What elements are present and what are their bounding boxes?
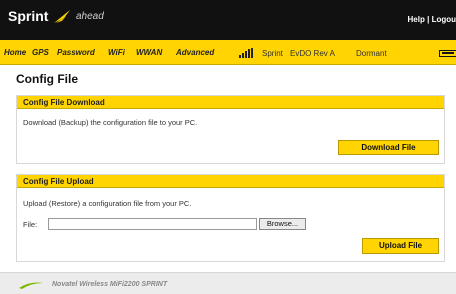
carrier-name: Sprint — [262, 49, 283, 58]
nav-gps[interactable]: GPS — [32, 48, 49, 57]
header-links: Help | Logou — [408, 15, 456, 24]
browse-button[interactable]: Browse... — [259, 218, 306, 230]
sprint-logo-text: Sprint — [8, 8, 49, 24]
upload-file-button[interactable]: Upload File — [362, 238, 439, 254]
sprint-tagline: ahead — [76, 11, 104, 22]
section-heading: Config File Upload — [17, 175, 444, 188]
section-heading: Config File Download — [17, 96, 444, 109]
config-upload-section: Config File Upload Upload (Restore) a co… — [16, 174, 445, 262]
nav-wifi[interactable]: WiFi — [108, 48, 125, 57]
signal-bars-icon — [239, 48, 253, 58]
file-path-input[interactable] — [48, 218, 257, 230]
file-label: File: — [23, 220, 38, 229]
footer-device-name: Novatel Wireless MiFi2200 SPRINT — [52, 281, 168, 288]
link-separator: | — [427, 15, 430, 24]
battery-icon — [439, 50, 456, 57]
connection-status: Dormant — [356, 49, 387, 58]
main-nav: Home GPS Password WiFi WWAN Advanced Spr… — [0, 40, 456, 65]
top-bar: Sprint ahead Help | Logou — [0, 0, 456, 40]
nav-wwan[interactable]: WWAN — [136, 48, 162, 57]
sprint-wing-icon — [54, 10, 70, 23]
upload-description: Upload (Restore) a configuration file fr… — [23, 199, 192, 208]
novatel-swoosh-icon — [19, 282, 43, 289]
download-file-button[interactable]: Download File — [338, 140, 439, 155]
nav-home[interactable]: Home — [4, 48, 26, 57]
help-link[interactable]: Help — [408, 15, 425, 24]
network-type: EvDO Rev A — [290, 49, 335, 58]
nav-password[interactable]: Password — [57, 48, 95, 57]
config-download-section: Config File Download Download (Backup) t… — [16, 95, 445, 164]
page-title: Config File — [16, 72, 78, 86]
download-description: Download (Backup) the configuration file… — [23, 118, 198, 127]
footer: Novatel Wireless MiFi2200 SPRINT — [0, 272, 456, 294]
logout-link[interactable]: Logou — [432, 15, 456, 24]
nav-advanced[interactable]: Advanced — [176, 48, 214, 57]
